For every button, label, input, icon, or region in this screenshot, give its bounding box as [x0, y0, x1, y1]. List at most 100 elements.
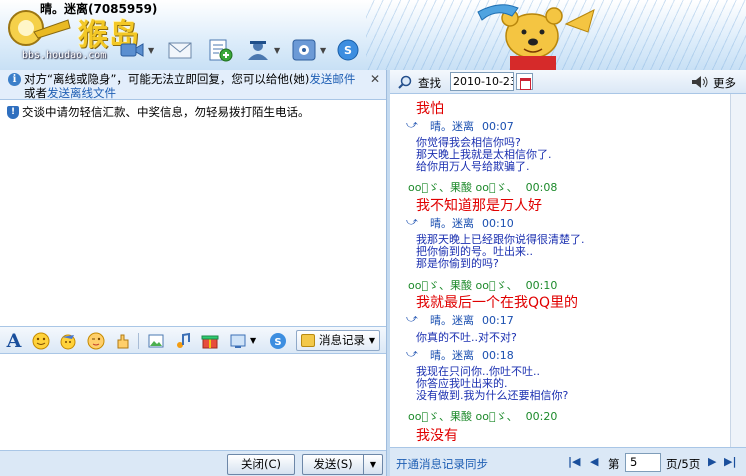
close-notice-icon[interactable]: ✕ — [370, 72, 380, 86]
send-bar: 关闭(C) 发送(S) ▼ — [0, 450, 386, 476]
magic-emoticon-icon — [60, 334, 76, 350]
first-page-icon[interactable]: |◀ — [568, 455, 580, 468]
search-icon[interactable] — [398, 75, 412, 89]
message-body: 你觉得我会相信你吗? 那天晚上我就是太相信你了. 给你用万人号给欺骗了. — [416, 136, 552, 173]
shield-icon: ! — [7, 106, 19, 119]
send-mail-button[interactable] — [166, 36, 194, 64]
message-header: 晴。迷离 00:18 — [430, 347, 514, 363]
music-button[interactable] — [173, 331, 193, 351]
date-field[interactable]: 2010-10-23 — [450, 72, 514, 91]
message-input[interactable] — [0, 355, 386, 450]
sender-name: oo゙ゞ、果酸 oo゙ゞ、 — [408, 410, 518, 423]
chevron-down-icon[interactable]: ▼ — [148, 46, 154, 55]
calendar-icon[interactable] — [516, 73, 533, 90]
send-options-button[interactable]: ▼ — [363, 454, 383, 475]
chevron-down-icon[interactable]: ▼ — [320, 46, 326, 55]
contact-info-button[interactable] — [244, 36, 272, 64]
history-toolbar: 查找 2010-10-23 更多 — [390, 70, 746, 94]
prev-page-icon[interactable]: ◀ — [590, 455, 598, 468]
chevron-down-icon[interactable]: ▼ — [250, 336, 256, 345]
chevron-down-icon[interactable]: ▼ — [274, 46, 280, 55]
smiley-icon — [32, 332, 50, 350]
qq-show-button[interactable]: S — [334, 36, 362, 64]
scrawl-emoticon-button[interactable] — [86, 331, 106, 351]
gear-icon — [292, 39, 316, 61]
history-pager: 开通消息记录同步 |◀ ◀ 第 5 页/5页 ▶ ▶| — [390, 447, 746, 476]
sender-name: 晴。迷离 — [430, 217, 474, 230]
enable-history-sync-link[interactable]: 开通消息记录同步 — [396, 456, 488, 472]
link-icon: ⤻ — [406, 312, 418, 325]
svg-text:S: S — [274, 337, 281, 348]
font-icon: A — [6, 330, 22, 352]
send-button[interactable]: 发送(S) — [302, 454, 364, 475]
speaker-icon — [692, 76, 708, 88]
notice-or-text: 或者 — [24, 86, 47, 100]
logo-url: bbs.houdao.com — [22, 50, 107, 61]
message-time: 00:10 — [525, 279, 558, 292]
chevron-down-icon[interactable]: ▼ — [369, 331, 375, 350]
message-history-button[interactable]: 消息记录 ▼ — [296, 330, 380, 351]
message-time: 00:08 — [525, 181, 558, 194]
settings-button[interactable] — [290, 36, 318, 64]
screenshot-icon — [230, 334, 246, 348]
image-icon — [148, 334, 164, 348]
find-label[interactable]: 查找 — [418, 75, 441, 91]
page-prefix: 第 — [608, 457, 620, 471]
nudge-button[interactable] — [113, 331, 133, 351]
more-button[interactable]: 更多 — [691, 75, 736, 91]
message-time: 00:20 — [525, 410, 558, 423]
message-body: 我就最后一个在我QQ里的 — [416, 295, 579, 311]
next-page-icon[interactable]: ▶ — [708, 455, 716, 468]
sender-name: oo゙ゞ、果酸 oo゙ゞ、 — [408, 279, 518, 292]
message-body: 我那天晚上已经跟你说得很清楚了. 把你偷到的号。吐出来.. 那是你偷到的吗? — [416, 233, 585, 270]
page-suffix: 页/5页 — [666, 457, 701, 471]
gift-button[interactable] — [200, 331, 220, 351]
message-time: 00:10 — [482, 217, 514, 230]
window-title: 晴。迷离(7085959) — [40, 0, 157, 17]
send-offline-mail-link[interactable]: 发送邮件 — [309, 72, 355, 86]
history-scrollbar[interactable] — [730, 94, 746, 447]
music-icon — [177, 332, 190, 348]
history-icon — [301, 334, 315, 347]
video-call-button[interactable] — [118, 36, 146, 64]
chat-input-pane: i 对方“离线或隐身”，可能无法立即回复，您可以给他(她)发送邮件或者发送离线文… — [0, 70, 386, 476]
message-body: 你真的不吐..对不对? — [416, 331, 517, 344]
security-warning: ! 交谈中请勿轻信汇款、中奖信息，勿轻易拨打陌生电话。 — [0, 103, 386, 121]
send-image-button[interactable] — [146, 331, 166, 351]
close-button[interactable]: 关闭(C) — [227, 454, 295, 475]
qq-show-small-button[interactable]: S — [268, 331, 288, 351]
sender-name: 晴。迷离 — [430, 120, 474, 133]
add-contact-button[interactable] — [206, 36, 234, 64]
wink-icon — [87, 332, 105, 350]
link-icon: ⤻ — [406, 118, 418, 131]
info-icon: i — [8, 73, 21, 86]
screen-capture-button[interactable] — [228, 331, 248, 351]
message-body: 我怕 — [416, 101, 444, 117]
message-body: 我没有 — [416, 428, 458, 444]
video-icon — [120, 43, 144, 57]
message-header: 晴。迷离 00:17 — [430, 312, 514, 328]
gift-icon — [201, 335, 219, 349]
more-label: 更多 — [713, 76, 736, 90]
message-header: oo゙ゞ、果酸 oo゙ゞ、 00:20 — [408, 408, 557, 424]
sender-name: 晴。迷离 — [430, 349, 474, 362]
link-icon: ⤻ — [406, 215, 418, 228]
add-contact-icon — [209, 39, 233, 62]
send-offline-file-link[interactable]: 发送离线文件 — [47, 86, 116, 100]
message-body: 我现在只问你..你吐不吐.. 你答应我吐出来的. 没有做到.我为什么还要相信你? — [416, 365, 569, 402]
svg-text:S: S — [344, 44, 352, 57]
chat-window-header: 猴岛 bbs.houdao.com 晴。迷离(7085959) ▼ ▼ ▼ S — [0, 0, 746, 70]
magic-emoticon-button[interactable] — [58, 331, 78, 351]
emoticon-button[interactable] — [31, 331, 51, 351]
history-label: 消息记录 — [319, 333, 365, 347]
chevron-down-icon: ▼ — [369, 460, 377, 469]
last-page-icon[interactable]: ▶| — [724, 455, 736, 468]
qq-show-icon: S — [270, 333, 286, 349]
page-number-input[interactable]: 5 — [625, 453, 661, 472]
message-header: 晴。迷离 00:10 — [430, 215, 514, 231]
message-header: 晴。迷离 00:07 — [430, 118, 514, 134]
font-button[interactable]: A — [4, 330, 24, 352]
security-warning-text: 交谈中请勿轻信汇款、中奖信息，勿轻易拨打陌生电话。 — [22, 105, 310, 119]
toolbar-divider — [138, 333, 139, 349]
mail-icon — [168, 42, 192, 59]
